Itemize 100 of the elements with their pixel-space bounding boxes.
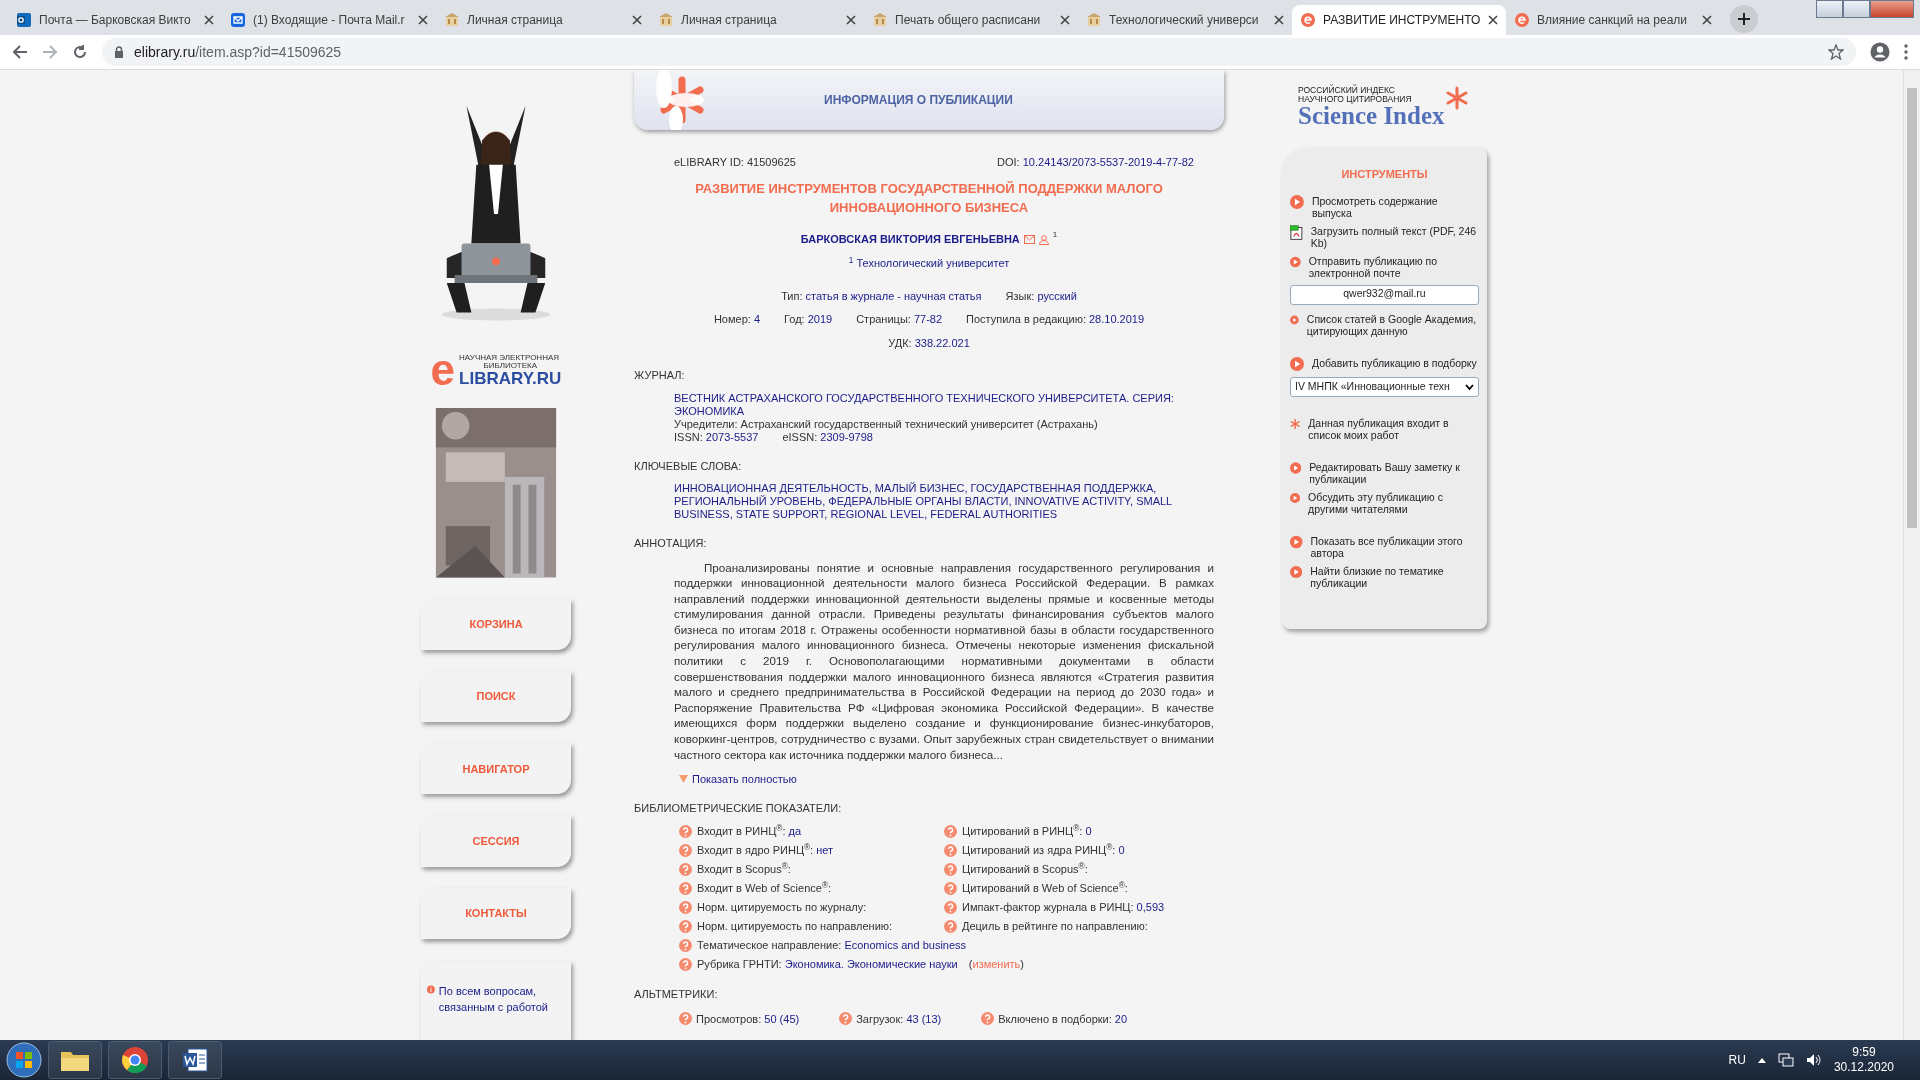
logo-text: НАУЧНОГО ЦИТИРОВАНИЯ [1298,94,1413,103]
browser-tab[interactable]: Почта — Барковская Викто [8,5,222,35]
menu-icon[interactable] [1904,44,1908,60]
play-icon[interactable] [1290,254,1301,269]
minimize-button[interactable] [1816,0,1843,18]
indicator-text: Импакт-фактор журнала в РИНЦ: 0,593 [962,900,1165,916]
close-icon[interactable] [1274,15,1284,25]
indicator-text: Входит в ядро РИНЦ$^{®}$: нет [697,842,834,859]
taskbar-app[interactable] [48,1041,102,1079]
start-icon[interactable] [6,1042,42,1078]
tool-link[interactable]: Отправить публикацию по электронной почте [1308,254,1479,279]
help-icon[interactable] [944,882,957,896]
help-icon[interactable] [981,1012,995,1026]
pdf-icon[interactable] [1290,224,1303,240]
tool-link[interactable]: Список статей в Google Академия, цитирующих данную [1306,312,1479,337]
taskbar-app[interactable] [168,1041,222,1079]
maximize-button[interactable] [1843,0,1870,18]
plus-icon [1738,13,1750,25]
clock[interactable]: 9:59 30.12.2020 [1833,1045,1894,1075]
help-icon[interactable] [679,1012,692,1026]
help-icon[interactable] [944,901,957,915]
close-icon[interactable] [846,15,856,25]
arrow-up-icon[interactable] [1757,1057,1766,1063]
favicon-icon [1086,12,1102,28]
browser-tab[interactable]: РАЗВИТИЕ ИНСТРУМЕНТО [1292,5,1506,35]
close-icon[interactable] [1488,15,1498,25]
founders-text: Учредители: Астраханский государственный технический университет (Астрахань) [674,417,1099,431]
taskbar-app[interactable] [108,1041,162,1079]
close-icon[interactable] [1702,15,1712,25]
section-label: ЖУРНАЛ: [634,368,686,383]
email-field[interactable]: qwer932@mail.ru [1290,284,1479,305]
close-button[interactable] [1870,0,1914,18]
help-icon[interactable] [679,844,692,858]
triangle-icon[interactable] [679,775,688,784]
browser-tab[interactable]: (1) Входящие - Почта Mail.r [222,5,436,35]
tool-link[interactable]: Загрузить полный текст (PDF, 246 Kb) [1310,224,1479,249]
help-icon[interactable] [679,882,692,896]
play-icon[interactable] [1290,490,1301,505]
indicator-text: Норм. цитируемость по направлению: [697,919,893,935]
envelope-icon[interactable] [1023,234,1035,244]
browser-tab[interactable]: Технологический универси [1078,5,1292,35]
browser-tab[interactable]: Личная страница [650,5,864,35]
scrollbar[interactable] [1903,70,1920,1040]
new-tab-button[interactable] [1730,5,1758,33]
browser-tab[interactable]: Личная страница [436,5,650,35]
author-link[interactable]: БАРКОВСКАЯ ВИКТОРИЯ ЕВГЕНЬЕВНА [800,230,1020,247]
star-icon[interactable] [1828,44,1844,60]
collection-select[interactable]: IV МНПК «Инновационные техн [1290,376,1479,397]
close-icon[interactable] [418,15,428,25]
tool-link[interactable]: Найти близкие по тематике публикации [1310,564,1479,589]
close-icon[interactable] [204,15,214,25]
browser-tab[interactable]: Влияние санкций на реали [1506,5,1720,35]
help-icon[interactable] [679,958,692,972]
show-full-link[interactable]: Показать полностью [692,771,797,788]
journal-link[interactable]: ВЕСТНИК АСТРАХАНСКОГО ГОСУДАРСТВЕННОГО ТЕХНИЧЕСКОГО УНИВЕРСИТЕТА. СЕРИЯ: ЭКОНОМИКА [674,391,1224,418]
asterisk-icon [1444,86,1469,110]
help-icon[interactable] [944,844,957,858]
speaker-icon[interactable] [1805,1053,1822,1067]
favicon-icon [1514,12,1530,28]
help-icon[interactable] [679,901,692,915]
tool-link[interactable]: Данная публикация входит в список моих работ [1308,416,1479,441]
meta-field: Язык: русский [1005,287,1077,304]
network-icon[interactable] [1777,1053,1794,1067]
tool-link[interactable]: Добавить публикацию в подборку [1312,356,1477,369]
help-icon[interactable] [679,920,692,934]
close-icon[interactable] [1060,15,1070,25]
reload-icon[interactable] [72,44,88,60]
id-text: eLIBRARY ID: 41509625 [674,155,796,170]
play-icon[interactable] [1290,534,1303,549]
language-indicator[interactable]: RU [1728,1051,1746,1069]
play-icon[interactable] [1290,194,1304,209]
browser-tab[interactable]: Печать общего расписани [864,5,1078,35]
indicator-text: Цитирований из ядра РИНЦ$^{®}$: 0 [962,842,1125,859]
back-icon[interactable] [12,44,28,60]
indicator-text: Цитирований в РИНЦ$^{®}$: 0 [962,823,1092,840]
help-icon[interactable] [944,920,957,934]
indicator-text: Тематическое направление: Economics and business [697,938,967,954]
address-field[interactable]: elibrary.ru/item.asp?id=41509625 [102,38,1856,66]
help-icon[interactable] [944,863,957,877]
close-icon[interactable] [632,15,642,25]
account-icon[interactable] [1870,42,1890,62]
help-icon[interactable] [839,1012,853,1026]
tool-link[interactable]: Редактировать Вашу заметку к публикации [1309,460,1479,485]
person-icon[interactable] [1038,234,1049,245]
altmetric-text: Загрузок: 43 (13) [856,1011,942,1027]
section-label: БИБЛИОМЕТРИЧЕСКИЕ ПОКАЗАТЕЛИ: [634,800,843,816]
tool-link[interactable]: Обсудить эту публикацию с другими читателями [1308,490,1479,515]
play-icon[interactable] [1290,356,1304,371]
help-icon[interactable] [944,825,957,839]
help-icon[interactable] [679,939,692,953]
help-icon[interactable] [679,863,692,877]
tool-link[interactable]: Просмотреть содержание выпуска [1311,194,1479,219]
favicon-icon [872,12,888,28]
favicon-icon [658,12,674,28]
altmetric-text: Просмотров: 50 (45) [696,1011,800,1027]
forward-icon[interactable] [42,44,58,60]
tool-link[interactable]: Показать все публикации этого автора [1310,534,1479,559]
help-icon[interactable] [679,825,692,839]
play-icon[interactable] [1290,564,1303,579]
play-icon[interactable] [1290,460,1302,475]
